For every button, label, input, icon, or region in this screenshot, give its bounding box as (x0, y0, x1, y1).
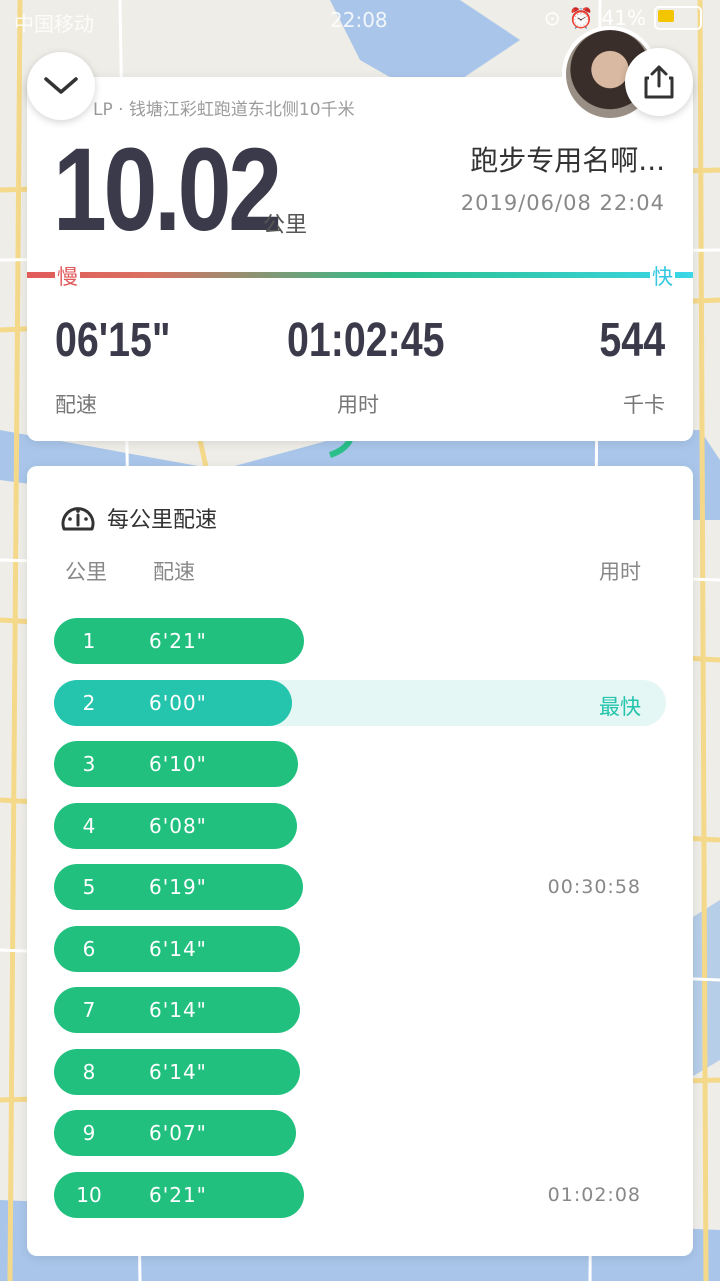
split-pace: 6'19" (149, 875, 207, 899)
fastest-badge: 最快 (599, 694, 641, 719)
alarm-icon: ⏰ (568, 6, 594, 30)
collapse-button[interactable] (27, 52, 95, 120)
speedometer-icon (61, 507, 95, 531)
duration-label: 用时 (337, 393, 379, 417)
split-km: 7 (82, 998, 96, 1022)
split-row: 1 6'21" (54, 618, 666, 664)
split-time: 01:02:08 (547, 1183, 641, 1206)
split-km: 8 (82, 1059, 96, 1084)
split-row: 3 6'10" (54, 741, 666, 787)
clock-text: 22:08 (330, 8, 388, 32)
split-km: 6 (82, 936, 96, 961)
fast-label: 快 (650, 261, 675, 291)
distance-value: 10.02 (53, 124, 282, 256)
share-icon (644, 65, 674, 99)
split-pace: 6'14" (149, 998, 207, 1022)
battery-icon (654, 6, 702, 30)
route-name: LP · 钱塘江彩虹跑道东北侧10千米 (93, 100, 355, 120)
split-row: 5 6'19" 00:30:58 (54, 864, 666, 910)
split-row: 10 6'21" 01:02:08 (54, 1171, 666, 1218)
col-header-km: 公里 (65, 560, 107, 584)
chevron-down-icon (44, 77, 78, 94)
split-pace: 6'07" (149, 1121, 207, 1145)
col-header-time: 用时 (599, 560, 641, 584)
split-pace: 6'08" (149, 813, 207, 838)
avg-pace-label: 配速 (55, 393, 97, 417)
split-km: 4 (82, 813, 96, 838)
split-km: 10 (76, 1182, 102, 1207)
run-datetime: 2019/06/08 22:04 (460, 191, 665, 215)
split-km: 9 (82, 1121, 96, 1145)
split-pace: 6'14" (149, 936, 207, 961)
avg-pace-value: 06'15" (55, 314, 171, 367)
splits-title: 每公里配速 (107, 508, 218, 533)
split-km: 3 (82, 752, 96, 776)
split-km: 1 (82, 629, 96, 653)
calories-label: 千卡 (623, 393, 665, 417)
split-row: 4 6'08" (54, 802, 666, 849)
split-pace: 6'21" (149, 1182, 207, 1207)
lock-rotation-icon: ⊙ (543, 6, 561, 30)
splits-card: 每公里配速 公里 配速 用时 1 6'21" 2 6'00" 最快 3 6'10" 4 6'08… (27, 466, 693, 1256)
split-row: 6 6'14" (54, 925, 666, 972)
split-row-fastest: 2 6'00" 最快 (54, 679, 666, 726)
split-row: 8 6'14" (54, 1048, 666, 1095)
duration-value: 01:02:45 (287, 314, 445, 367)
split-km: 2 (82, 690, 96, 715)
col-header-pace: 配速 (153, 560, 195, 584)
calories-value: 544 (599, 314, 665, 367)
split-row: 9 6'07" (54, 1110, 666, 1156)
slow-label: 慢 (55, 261, 80, 291)
carrier-text: 中国移动 (14, 12, 94, 36)
split-pace: 6'14" (149, 1059, 207, 1084)
split-pace: 6'21" (149, 629, 207, 653)
summary-card: LP · 钱塘江彩虹跑道东北侧10千米 10.02 公里 跑步专用名啊... 2… (27, 77, 693, 441)
run-title: 跑步专用名啊... (470, 144, 665, 177)
status-right: ⊙ ⏰ 41% (544, 6, 702, 30)
split-pace: 6'00" (149, 690, 207, 715)
distance-unit: 公里 (263, 213, 308, 238)
split-time: 00:30:58 (547, 876, 641, 898)
share-button[interactable] (625, 48, 693, 116)
split-pace: 6'10" (149, 752, 207, 776)
split-row: 7 6'14" (54, 987, 666, 1033)
speed-gradient-bar (27, 272, 693, 278)
split-km: 5 (82, 875, 96, 899)
